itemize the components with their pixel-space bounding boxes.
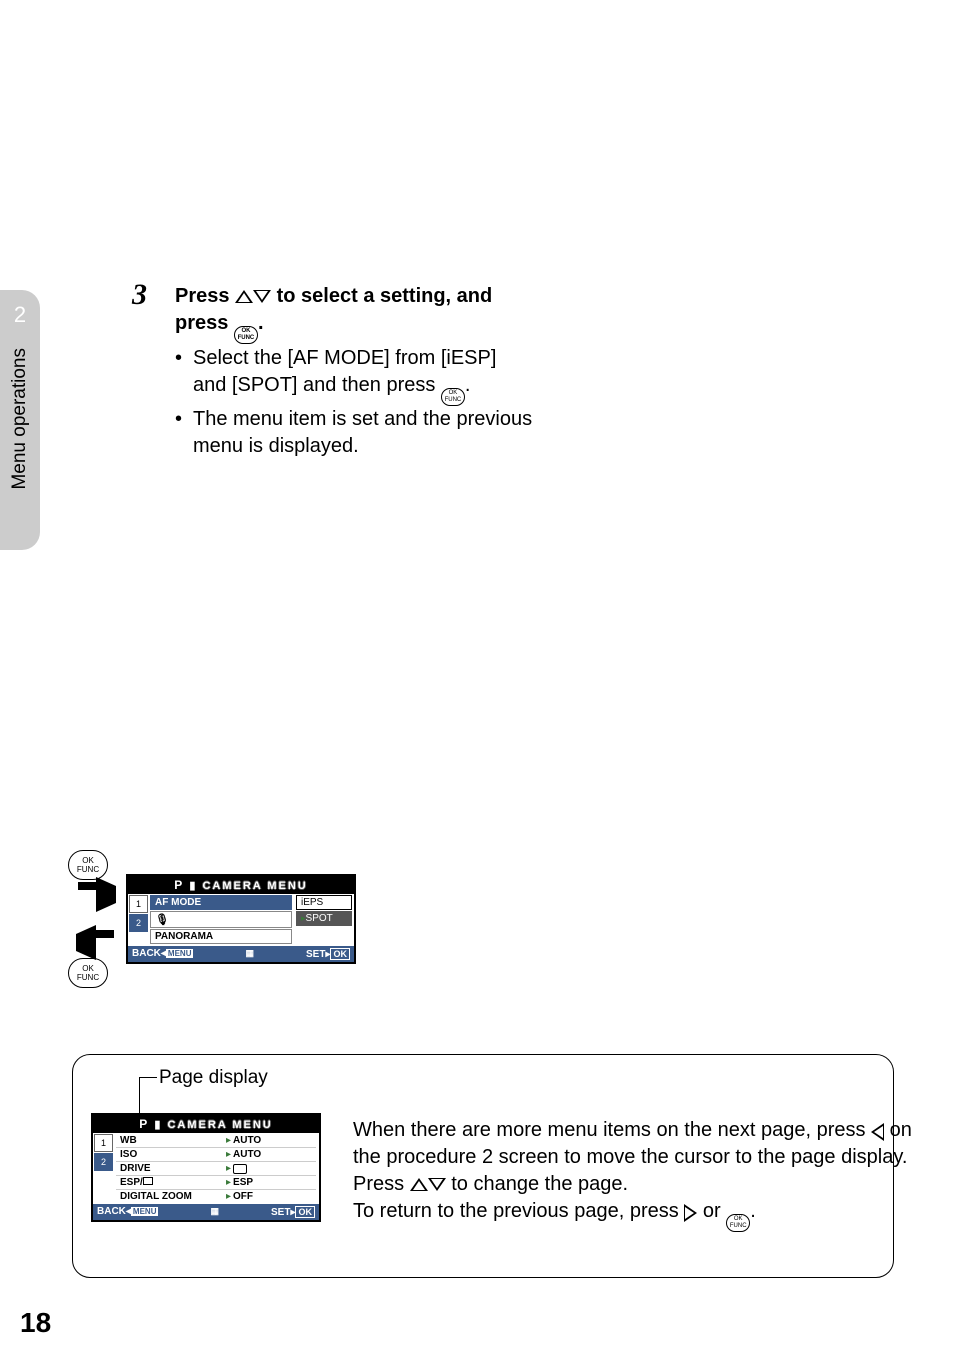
row-drive: DRIVE▸ [116, 1161, 316, 1175]
page-tabs: 1 2 [128, 894, 148, 946]
down-arrow-icon [253, 290, 271, 303]
footer-mid-icon: ▦ [245, 948, 254, 960]
note-text: When there are more menu items on the ne… [353, 1117, 923, 1232]
note-line2b: to change the page. [446, 1173, 628, 1195]
bullet-1: Select the [AF MODE] from [iESP] and [SP… [193, 345, 535, 406]
page-tab-2: 2 [94, 1153, 113, 1171]
step-title-prefix: Press [175, 285, 235, 307]
menu-rows: WB▸AUTO ISO▸AUTO DRIVE▸ ESP/▸ESP DIGITAL… [113, 1133, 319, 1204]
menu-item-af-mode: AF MODE [150, 895, 292, 910]
screen-title: P ▮ CAMERA MENU [93, 1115, 319, 1133]
page-display-pointer [139, 1077, 157, 1117]
screen-footer: BACK◂MENU ▦ SET▸OK [128, 946, 354, 962]
screen-title-text: CAMERA MENU [202, 880, 307, 892]
ok-func-icon: OKFUNC [441, 388, 465, 406]
chapter-title: Menu operations [9, 348, 31, 490]
arrow-right-icon [96, 877, 116, 912]
page-number: 18 [20, 1307, 51, 1339]
up-arrow-icon [235, 290, 253, 303]
note-line3a: To return to the previous page, press [353, 1200, 684, 1222]
step-title-suffix: . [258, 312, 264, 334]
page-tab-2: 2 [129, 914, 148, 932]
menu-item-mic: 🎙 [150, 911, 292, 928]
bullet-dot: • [175, 345, 193, 406]
page-tab-1: 1 [129, 895, 148, 913]
screen-title-text: CAMERA MENU [167, 1119, 272, 1131]
page-display-label: Page display [159, 1067, 268, 1089]
page-tabs: 1 2 [93, 1133, 113, 1204]
ok-func-icon: OKFUNC [726, 1214, 750, 1232]
value-iesp: iEPS [296, 895, 352, 910]
arrow-left-icon [76, 925, 96, 960]
footer-set: SET▸OK [271, 1206, 315, 1218]
chapter-number: 2 [14, 302, 26, 328]
note-line3b: or [697, 1200, 726, 1222]
camera-menu-screen-1: P ▮ CAMERA MENU 1 2 AF MODE 🎙 PANORAMA i… [126, 874, 356, 964]
screen-illustration-1: OKFUNC OKFUNC P ▮ CAMERA MENU 1 2 AF MOD… [68, 850, 356, 988]
bullet-1-suffix: . [465, 374, 471, 396]
bullet-dot: • [175, 406, 193, 460]
footer-set: SET▸OK [306, 948, 350, 960]
up-arrow-icon [410, 1178, 428, 1191]
menu-list: AF MODE 🎙 PANORAMA [148, 894, 294, 946]
screen-footer: BACK◂MENU ▦ SET▸OK [93, 1204, 319, 1220]
footer-back: BACK◂MENU [132, 948, 193, 960]
screen-title: P ▮ CAMERA MENU [128, 876, 354, 894]
ok-func-icon: OKFUNC [234, 326, 258, 344]
mode-indicator: P [174, 878, 183, 892]
step-title: Press to select a setting, and press OKF… [175, 283, 535, 344]
chapter-tab: 2 Menu operations [0, 290, 40, 550]
ok-func-icon: OKFUNC [68, 958, 108, 988]
page-tab-1: 1 [94, 1134, 113, 1152]
footer-mid-icon: ▦ [210, 1206, 219, 1218]
left-arrow-icon [871, 1123, 884, 1141]
single-shot-icon [233, 1164, 247, 1174]
menu-item-panorama: PANORAMA [150, 929, 292, 944]
row-digital-zoom: DIGITAL ZOOM▸OFF [116, 1189, 316, 1203]
step-bullets: • Select the [AF MODE] from [iESP] and [… [175, 345, 535, 460]
right-arrow-icon [684, 1204, 697, 1222]
row-iso: ISO▸AUTO [116, 1147, 316, 1161]
row-esp: ESP/▸ESP [116, 1175, 316, 1189]
camera-menu-screen-2: P ▮ CAMERA MENU 1 2 WB▸AUTO ISO▸AUTO DRI… [91, 1113, 321, 1222]
footer-back: BACK◂MENU [97, 1206, 158, 1218]
note-line1a: When there are more menu items on the ne… [353, 1119, 871, 1141]
bullet-2: The menu item is set and the previous me… [193, 406, 535, 460]
note-line3c: . [750, 1200, 756, 1222]
note-box: Page display P ▮ CAMERA MENU 1 2 WB▸AUTO… [72, 1054, 894, 1278]
step-number: 3 [132, 278, 147, 312]
value-list: iEPS ▸SPOT [294, 894, 354, 946]
value-spot: ▸SPOT [296, 911, 352, 926]
spot-rect-icon [143, 1177, 153, 1185]
ok-func-icon: OKFUNC [68, 850, 108, 880]
down-arrow-icon [428, 1178, 446, 1191]
note-line2a: Press [353, 1173, 410, 1195]
nav-buttons: OKFUNC OKFUNC [68, 850, 108, 988]
row-wb: WB▸AUTO [116, 1134, 316, 1147]
mode-indicator: P [139, 1117, 148, 1131]
